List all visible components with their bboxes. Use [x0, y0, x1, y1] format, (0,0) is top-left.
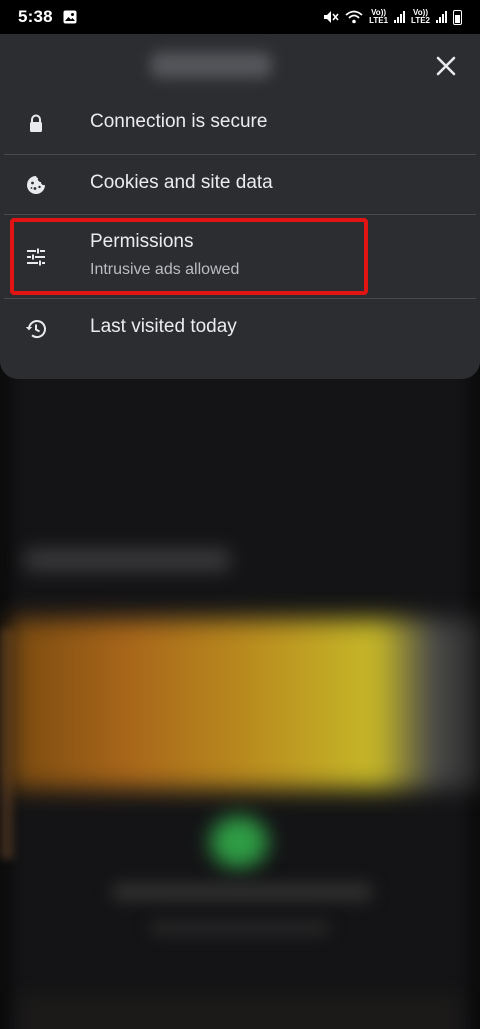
cookies-label: Cookies and site data: [90, 172, 273, 193]
background-text-line: [112, 884, 372, 900]
site-name: [150, 52, 272, 78]
signal-icon: [436, 11, 447, 23]
close-button[interactable]: [428, 48, 464, 84]
sim1-label: Vo)) LTE1: [369, 8, 389, 25]
battery-icon: [453, 9, 462, 25]
tune-icon: [24, 245, 48, 269]
background-text-line: [150, 922, 330, 934]
wifi-icon: [345, 10, 363, 24]
connection-row[interactable]: Connection is secure: [4, 94, 476, 154]
permissions-label: Permissions: [90, 231, 194, 252]
background-image: [10, 619, 480, 789]
cookies-row[interactable]: Cookies and site data: [4, 155, 476, 215]
background-green-circle: [210, 816, 268, 868]
permissions-subtitle: Intrusive ads allowed: [90, 261, 240, 278]
panel-header: [0, 34, 480, 94]
lock-icon: [24, 112, 48, 136]
status-bar: 5:38 Vo)) LTE1 Vo)) LTE2: [0, 0, 480, 34]
history-icon: [24, 317, 48, 341]
history-row[interactable]: Last visited today: [4, 299, 476, 359]
permissions-row[interactable]: Permissions Intrusive ads allowed: [4, 215, 476, 297]
sim2-label: Vo)) LTE2: [411, 8, 430, 25]
background-footer: [20, 994, 460, 1029]
close-icon: [436, 56, 456, 76]
history-label: Last visited today: [90, 316, 237, 337]
page-info-panel: Connection is secure Cookies and site da…: [0, 34, 480, 379]
signal-icon: [394, 11, 406, 23]
background-title: [25, 549, 230, 571]
image-notification-icon: [63, 10, 77, 24]
status-time: 5:38: [18, 7, 53, 26]
cookie-icon: [24, 173, 48, 197]
connection-label: Connection is secure: [90, 111, 268, 132]
mute-icon: [324, 11, 339, 23]
